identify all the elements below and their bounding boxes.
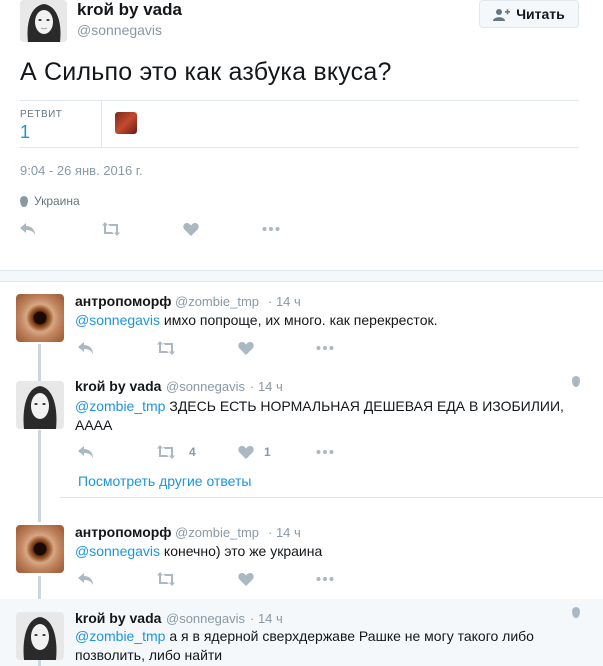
more-button[interactable] <box>262 222 280 236</box>
reply-icon <box>78 573 93 585</box>
follow-label: Читать <box>516 6 565 22</box>
divider <box>60 497 603 498</box>
reply-author-name[interactable]: антропоморф <box>75 293 172 309</box>
more-button[interactable] <box>316 445 334 459</box>
reply-author-handle[interactable]: @sonnegavis <box>166 611 245 626</box>
retweet-count: 4 <box>189 445 196 459</box>
retweet-button[interactable]: 4 <box>157 445 196 459</box>
tweet-timestamp[interactable]: 9:04 - 26 янв. 2016 г. <box>20 163 143 178</box>
reply-button[interactable] <box>78 572 94 586</box>
author-avatar[interactable] <box>20 0 67 42</box>
view-more-replies-link[interactable]: Посмотреть другие ответы <box>78 473 251 489</box>
reply-avatar[interactable] <box>16 525 64 573</box>
reply-mention[interactable]: @zombie_tmp <box>75 398 165 414</box>
like-button[interactable] <box>238 341 254 355</box>
reply-text: @sonnegavis имхо попроще, их много. как … <box>75 311 565 330</box>
heart-icon <box>238 341 254 355</box>
tweet-location[interactable]: Украина <box>20 194 80 208</box>
reply-mention[interactable]: @zombie_tmp <box>75 628 165 644</box>
thread-line <box>38 660 41 666</box>
main-tweet: kroй by vada @sonnegavis Читать А Сильпо… <box>0 0 603 270</box>
retweeter-avatar[interactable] <box>115 112 137 134</box>
more-icon <box>316 450 334 454</box>
reply-text: @sonnegavis конечно) это же украина <box>75 542 565 561</box>
retweet-button[interactable] <box>102 222 120 236</box>
reply-author-handle[interactable]: @zombie_tmp <box>175 294 259 309</box>
location-label: Украина <box>34 194 80 208</box>
retweet-icon <box>157 445 175 459</box>
retweet-icon <box>157 572 175 586</box>
heart-icon <box>183 222 199 236</box>
like-count: 1 <box>264 445 271 459</box>
reply-author-name[interactable]: kroй by vada <box>75 378 161 394</box>
reply-body: конечно) это же украина <box>160 543 323 559</box>
tweet-stats: РЕТВИТ 1 <box>20 100 579 148</box>
reply-avatar[interactable] <box>16 612 64 660</box>
retweet-label: РЕТВИТ <box>20 109 63 120</box>
section-gap <box>0 270 603 282</box>
heart-icon <box>238 445 254 459</box>
more-icon <box>316 346 334 350</box>
thread-line <box>38 430 41 522</box>
stats-divider <box>101 101 102 148</box>
retweet-count[interactable]: 1 <box>20 122 30 143</box>
reply-body: имхо попроще, их много. как перекресток. <box>160 312 438 328</box>
like-button[interactable]: 1 <box>238 445 271 459</box>
reply-button[interactable] <box>78 445 94 459</box>
tweet-text: А Сильпо это как азбука вкуса? <box>20 58 392 86</box>
reply-avatar[interactable] <box>16 294 64 342</box>
like-button[interactable] <box>183 222 199 236</box>
reply-icon <box>20 223 35 235</box>
more-button[interactable] <box>316 341 334 355</box>
author-handle[interactable]: @sonnegavis <box>77 22 162 38</box>
follow-button[interactable]: Читать <box>479 0 579 28</box>
reply-author-handle[interactable]: @zombie_tmp <box>175 525 259 540</box>
retweet-button[interactable] <box>157 341 175 355</box>
author-name[interactable]: kroй by vada <box>77 0 182 20</box>
reply-author-name[interactable]: kroй by vada <box>75 610 161 626</box>
retweet-icon <box>157 341 175 355</box>
heart-icon <box>238 572 254 586</box>
reply-mention[interactable]: @sonnegavis <box>75 312 160 328</box>
thread-line <box>38 344 41 382</box>
more-icon <box>316 577 334 581</box>
reply-text: @zombie_tmp а я в ядерной сверхдержаве Р… <box>75 627 565 665</box>
reply-time[interactable]: · 14 ч <box>250 379 283 394</box>
reply-button[interactable] <box>78 341 94 355</box>
add-user-icon <box>493 8 511 21</box>
more-icon <box>262 227 280 231</box>
reply-text: @zombie_tmp ЗДЕСЬ ЕСТЬ НОРМАЛЬНАЯ ДЕШЕВА… <box>75 397 565 435</box>
retweet-icon <box>102 222 120 236</box>
reply-time[interactable]: · 14 ч <box>268 525 301 540</box>
reply-button[interactable] <box>20 222 36 236</box>
reply-author-handle[interactable]: @sonnegavis <box>166 379 245 394</box>
reply-mention[interactable]: @sonnegavis <box>75 543 160 559</box>
reply-icon <box>78 342 93 354</box>
location-pin-icon <box>20 195 28 207</box>
retweet-button[interactable] <box>157 572 175 586</box>
reply-avatar[interactable] <box>16 381 64 429</box>
reply-icon <box>78 446 93 458</box>
like-button[interactable] <box>238 572 254 586</box>
more-button[interactable] <box>316 572 334 586</box>
reply-author-name[interactable]: антропоморф <box>75 524 172 540</box>
reply-time[interactable]: · 14 ч <box>250 611 283 626</box>
location-pin-icon <box>572 376 580 387</box>
reply-time[interactable]: · 14 ч <box>268 294 301 309</box>
